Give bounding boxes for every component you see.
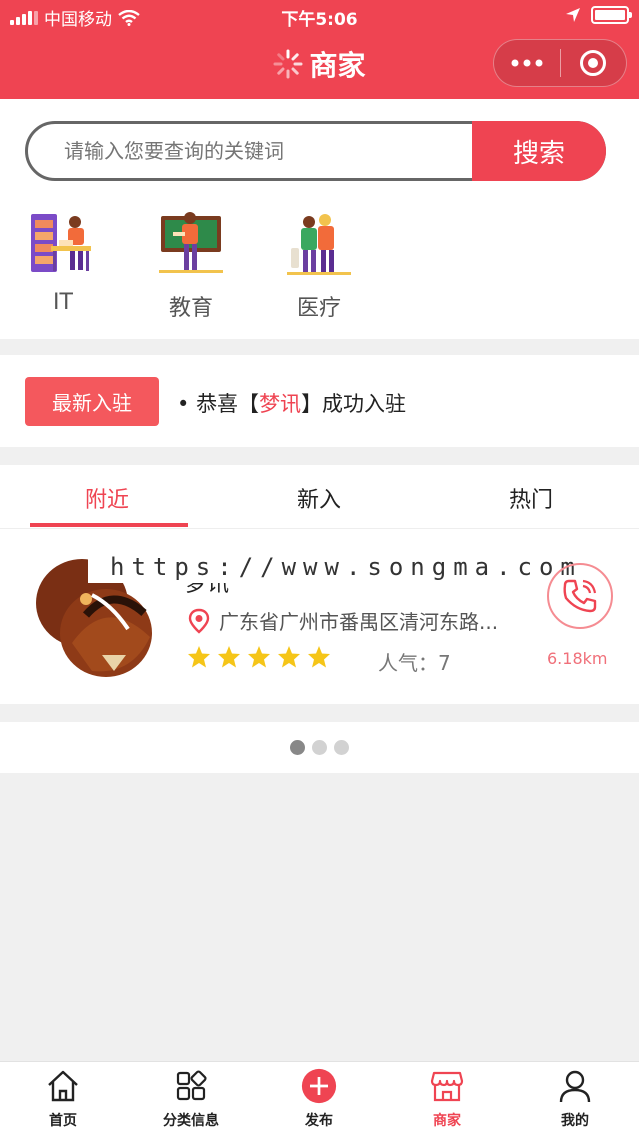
- user-icon: [559, 1070, 591, 1103]
- tabbar-mine[interactable]: 我的: [525, 1068, 625, 1130]
- news-highlight: 梦讯: [259, 392, 302, 416]
- location-arrow-icon: [566, 8, 580, 22]
- tabbar-categories[interactable]: 分类信息: [141, 1068, 241, 1130]
- shop-icon: [430, 1071, 464, 1102]
- page-title: 商家: [309, 49, 366, 82]
- app-header: 中国移动 下午5:06 商家: [0, 0, 639, 99]
- news-ticker[interactable]: • 恭喜【梦讯】成功入驻: [177, 388, 406, 418]
- star-icon: [278, 646, 300, 668]
- category-education[interactable]: 教育: [146, 210, 236, 322]
- pager-dot[interactable]: [290, 740, 305, 755]
- more-button[interactable]: [494, 40, 560, 86]
- phone-icon: [563, 579, 597, 613]
- status-bar: 中国移动 下午5:06: [0, 0, 639, 34]
- category-it[interactable]: IT: [18, 210, 108, 315]
- tab-new[interactable]: 新入: [239, 482, 399, 514]
- category-label: IT: [53, 290, 73, 315]
- active-tab-indicator: [30, 523, 188, 527]
- search-input[interactable]: [28, 124, 476, 178]
- tab-hot[interactable]: 热门: [451, 482, 611, 514]
- call-button[interactable]: [547, 563, 613, 629]
- battery-icon: [591, 6, 632, 24]
- star-icon: [188, 646, 210, 668]
- new-join-badge[interactable]: 最新入驻: [25, 377, 159, 426]
- tabbar-label: 分类信息: [163, 1113, 219, 1129]
- popularity-label: 人气：: [378, 651, 438, 675]
- loading-icon: [273, 49, 303, 79]
- news-suffix: 】成功入驻: [301, 392, 407, 416]
- pager-dot[interactable]: [334, 740, 349, 755]
- it-worker-icon: [29, 210, 97, 278]
- shop-address: 广东省广州市番禺区清河东路...: [187, 606, 498, 635]
- tabbar-label: 发布: [305, 1113, 333, 1129]
- map-pin-icon: [188, 608, 210, 634]
- pager-dots: [0, 740, 639, 755]
- more-dots-icon: [511, 59, 543, 67]
- home-icon: [48, 1070, 78, 1102]
- tabbar-home[interactable]: 首页: [13, 1068, 113, 1130]
- close-miniprogram-button[interactable]: [561, 40, 627, 86]
- pager-dot[interactable]: [312, 740, 327, 755]
- medical-icon: [285, 210, 353, 278]
- rating-stars: [187, 645, 331, 669]
- category-label: 教育: [168, 296, 213, 321]
- popularity: 人气：7: [378, 647, 451, 676]
- target-close-icon: [580, 50, 607, 76]
- tabbar-label: 首页: [49, 1113, 77, 1129]
- category-medical[interactable]: 医疗: [274, 210, 364, 322]
- star-icon: [308, 646, 330, 668]
- search-button[interactable]: 搜索: [472, 121, 606, 181]
- miniprogram-capsule: [493, 39, 627, 87]
- watermark: https://www.songma.com: [88, 553, 582, 583]
- status-time: 下午5:06: [281, 10, 358, 30]
- tabbar-publish[interactable]: 发布: [269, 1068, 369, 1130]
- tabbar-label: 我的: [561, 1113, 589, 1129]
- plus-icon: [301, 1068, 337, 1104]
- category-label: 医疗: [296, 296, 341, 321]
- star-icon: [248, 646, 270, 668]
- news-prefix: 恭喜【: [196, 392, 260, 416]
- star-icon: [218, 646, 240, 668]
- tab-nearby[interactable]: 附近: [27, 482, 187, 514]
- distance-label: 6.18km: [547, 649, 608, 668]
- popularity-value: 7: [438, 651, 451, 675]
- address-text: 广东省广州市番禺区清河东路...: [219, 610, 499, 634]
- tabbar-shop[interactable]: 商家: [397, 1068, 497, 1130]
- bottom-tab-bar: 首页 分类信息 发布 商家 我的: [0, 1061, 639, 1136]
- tabbar-label: 商家: [433, 1113, 461, 1129]
- teacher-icon: [157, 210, 225, 278]
- grid-icon: [176, 1070, 207, 1101]
